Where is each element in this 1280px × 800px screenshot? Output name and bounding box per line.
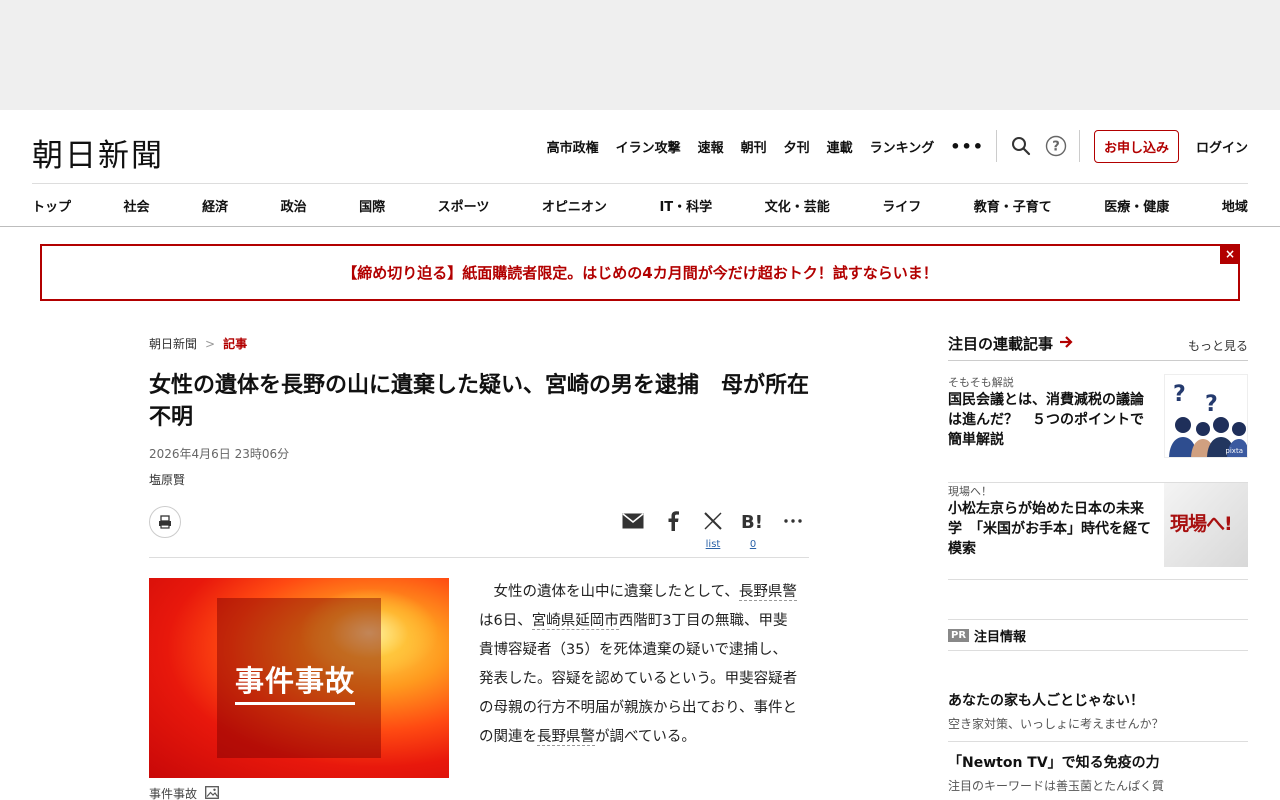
keyword-link-nagano-police-2[interactable]: 長野県警 [537, 729, 595, 746]
category-sports[interactable]: スポーツ [438, 196, 490, 215]
facebook-share-icon[interactable] [656, 506, 690, 536]
print-button[interactable] [149, 506, 181, 538]
category-society[interactable]: 社会 [124, 196, 150, 215]
pr-item-title[interactable]: あなたの家も人ごとじゃない！ [948, 690, 1248, 710]
arrow-right-icon[interactable] [1059, 334, 1073, 353]
breadcrumb-home[interactable]: 朝日新聞 [149, 335, 197, 352]
mail-share-icon[interactable] [616, 506, 650, 536]
featured-series-header: 注目の連載記事 もっと見る [948, 333, 1248, 361]
top-nav-link-series[interactable]: 連載 [827, 137, 853, 156]
svg-text:B!: B! [741, 512, 763, 531]
pr-header: PR 注目情報 [948, 619, 1248, 651]
breadcrumb-current: 記事 [223, 337, 248, 351]
category-top[interactable]: トップ [32, 196, 71, 215]
promo-text[interactable]: 【締め切り迫る】紙面購読者限定。はじめの4カ月間が今だけ超おトク！試すならいま！ [342, 262, 937, 283]
svg-text:?: ? [1173, 382, 1186, 407]
header-divider [32, 183, 1248, 184]
category-life[interactable]: ライフ [882, 196, 921, 215]
series-card[interactable]: そもそも解説 国民会議とは、消費減税の議論は進んだ？ ５つのポイントで簡単解説 … [948, 374, 1248, 483]
article-headline: 女性の遺体を長野の山に遺棄した疑い、宮崎の男を逮捕 母が所在不明 [149, 373, 810, 430]
promo-banner[interactable]: 【締め切り迫る】紙面購読者限定。はじめの4カ月間が今だけ超おトク！試すならいま！… [40, 244, 1240, 301]
close-icon[interactable]: × [1220, 244, 1240, 264]
article-photo[interactable]: 事件事故 [149, 578, 449, 778]
body-text-1: 女性の遺体を山中に遺棄したとして、 [493, 584, 739, 600]
top-nav-link-takaichi[interactable]: 高市政権 [547, 137, 599, 156]
site-header: 朝日新聞 高市政権 イラン攻撃 速報 朝刊 夕刊 連載 ランキング ••• ? … [0, 110, 1280, 227]
photo-caption-text: 事件事故 [149, 787, 198, 800]
pr-badge: PR [948, 628, 970, 642]
breadcrumb: 朝日新聞 > 記事 [149, 335, 247, 352]
pr-item-title[interactable]: 「Newton TV」で知る免疫の力 [948, 752, 1248, 772]
thumbnail-text: 現場へ! [1170, 513, 1233, 535]
series-kicker: そもそも解説 [948, 376, 1014, 389]
print-icon [159, 515, 171, 529]
body-text-3: 西階町3丁目の無職、甲斐貴博容疑者（35）を死体遺棄の疑いで逮捕し、発表した。容… [479, 613, 798, 745]
series-title[interactable]: 小松左京らが始めた日本の未来学 「米国がお手本」時代を経て模索 [948, 499, 1154, 559]
svg-text:?: ? [1205, 392, 1218, 417]
more-link[interactable]: もっと見る [1188, 337, 1248, 354]
body-text-4: が調べている。 [595, 729, 696, 745]
pr-item-desc[interactable]: 注目のキーワードは善玉菌とたんぱく質 [948, 777, 1248, 794]
pr-title: 注目情報 [974, 629, 1027, 645]
article-date: 2026年4月6日 23時06分 [149, 447, 290, 461]
help-icon[interactable]: ? [1045, 135, 1067, 157]
pr-divider [948, 741, 1248, 742]
category-health[interactable]: 医療・健康 [1104, 196, 1169, 215]
hatena-bookmark-icon[interactable]: B! [736, 506, 770, 536]
top-nav-link-morning[interactable]: 朝刊 [741, 137, 767, 156]
search-icon[interactable] [1011, 136, 1031, 156]
keyword-link-nagano-police[interactable]: 長野県警 [738, 584, 797, 601]
nav-divider [995, 130, 997, 162]
hatena-bookmark-count[interactable]: 0 [736, 539, 770, 550]
subscribe-button[interactable]: お申し込み [1093, 129, 1179, 163]
photo-title-text: 事件事故 [235, 658, 356, 705]
series-kicker: 現場へ！ [948, 485, 992, 498]
thumbnail-credit: pixta [1225, 447, 1243, 455]
ad-banner-area [0, 0, 1280, 110]
category-education[interactable]: 教育・子育て [974, 196, 1052, 215]
article-author[interactable]: 塩原賢 [149, 471, 185, 488]
category-it-science[interactable]: IT・科学 [659, 196, 712, 215]
series-thumbnail[interactable]: ? ? pixta [1164, 374, 1248, 458]
top-nav-link-evening[interactable]: 夕刊 [784, 137, 810, 156]
article-body: 女性の遺体を山中に遺棄したとして、長野県警は6日、宮崎県延岡市西階町3丁目の無職… [479, 578, 801, 752]
share-divider [149, 557, 809, 558]
top-nav-link-breaking[interactable]: 速報 [698, 137, 724, 156]
featured-series-title-text[interactable]: 注目の連載記事 [948, 333, 1053, 354]
top-nav-link-iran[interactable]: イラン攻撃 [616, 137, 681, 156]
pr-item[interactable]: あなたの家も人ごとじゃない！ 空き家対策、いっしょに考えませんか？ [948, 690, 1248, 732]
category-opinion[interactable]: オピニオン [542, 196, 607, 215]
more-menu-icon[interactable]: ••• [950, 137, 984, 156]
top-nav-link-ranking[interactable]: ランキング [870, 137, 935, 156]
pr-item-desc[interactable]: 空き家対策、いっしょに考えませんか？ [948, 715, 1248, 732]
svg-text:?: ? [1052, 140, 1060, 155]
top-nav: 高市政権 イラン攻撃 速報 朝刊 夕刊 連載 ランキング ••• ? お申し込み… [547, 129, 1248, 163]
x-share-count[interactable]: list [696, 539, 730, 550]
body-text-2: は6日、 [479, 613, 532, 629]
category-politics[interactable]: 政治 [281, 196, 307, 215]
x-share-icon[interactable] [696, 506, 730, 536]
category-nav: トップ 社会 経済 政治 国際 スポーツ オピニオン IT・科学 文化・芸能 ラ… [32, 196, 1248, 215]
photo-caption: 事件事故 [149, 785, 219, 800]
keyword-link-nobeoka[interactable]: 宮崎県延岡市 [531, 613, 619, 630]
pr-item[interactable]: 「Newton TV」で知る免疫の力 注目のキーワードは善玉菌とたんぱく質 [948, 752, 1248, 794]
image-icon[interactable] [205, 785, 219, 800]
site-logo[interactable]: 朝日新聞 [32, 130, 164, 175]
series-title[interactable]: 国民会議とは、消費減税の議論は進んだ？ ５つのポイントで簡単解説 [948, 390, 1154, 450]
category-international[interactable]: 国際 [359, 196, 385, 215]
series-thumbnail[interactable]: 現場へ! [1164, 483, 1248, 567]
login-link[interactable]: ログイン [1196, 137, 1248, 156]
more-share-icon[interactable] [776, 506, 810, 536]
breadcrumb-separator: > [205, 336, 216, 351]
category-economy[interactable]: 経済 [202, 196, 228, 215]
series-card[interactable]: 現場へ！ 小松左京らが始めた日本の未来学 「米国がお手本」時代を経て模索 現場へ… [948, 483, 1248, 580]
featured-series-title[interactable]: 注目の連載記事 [948, 333, 1073, 354]
category-region[interactable]: 地域 [1222, 196, 1248, 215]
nav-divider [1078, 130, 1080, 162]
category-culture[interactable]: 文化・芸能 [765, 196, 830, 215]
